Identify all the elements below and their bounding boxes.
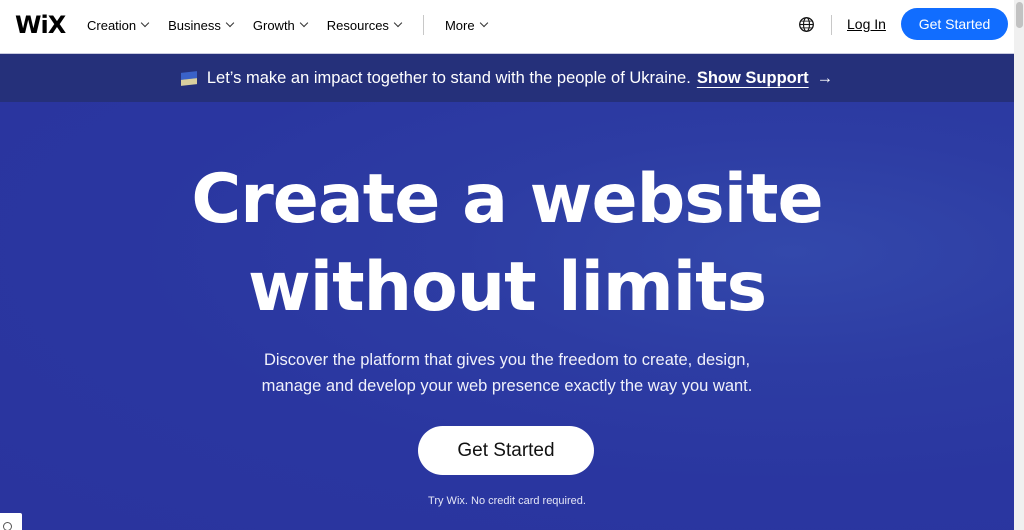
nav-item-creation[interactable]: Creation (87, 17, 150, 33)
wix-logo[interactable]: WiX (15, 11, 66, 39)
ukraine-banner: Let’s make an impact together to stand w… (0, 54, 1014, 102)
get-started-header-button[interactable]: Get Started (901, 8, 1008, 40)
nav-divider (422, 15, 424, 35)
nav-item-business[interactable]: Business (168, 17, 235, 33)
widget-icon (3, 522, 12, 530)
header-divider (831, 15, 832, 35)
chevron-down-icon (299, 18, 309, 28)
nav-item-label: Resources (326, 17, 389, 33)
hero-headline: Create a website without limits (0, 156, 1014, 332)
main-nav: Creation Business Growth Resources More (87, 0, 507, 50)
subtitle-line-1: Discover the platform that gives you the… (263, 351, 751, 369)
chevron-down-icon (479, 18, 488, 28)
scrollbar-thumb[interactable] (1016, 2, 1023, 28)
subtitle-line-2: manage and develop your web presence exa… (261, 377, 753, 395)
nav-item-growth[interactable]: Growth (252, 17, 309, 33)
get-started-hero-button[interactable]: Get Started (418, 426, 594, 475)
headline-line-1: Create a website (191, 160, 823, 239)
page-scrollbar[interactable] (1014, 0, 1024, 530)
nav-item-more[interactable]: More (444, 17, 488, 33)
arrow-right-icon[interactable]: → (817, 69, 834, 88)
nav-item-label: More (444, 17, 475, 33)
show-support-link[interactable]: Show Support (697, 69, 809, 88)
chevron-down-icon (140, 18, 150, 28)
no-credit-card-note: Try Wix. No credit card required. (428, 495, 586, 507)
nav-item-label: Business (168, 17, 221, 33)
hero-section: Create a website without limits Discover… (0, 102, 1014, 530)
chevron-down-icon (393, 18, 403, 28)
chevron-down-icon (225, 18, 235, 28)
headline-line-2: without limits (247, 248, 767, 327)
ukraine-flag-icon (180, 70, 197, 86)
login-link[interactable]: Log In (847, 16, 886, 32)
accessibility-widget[interactable] (0, 513, 22, 530)
hero-subtitle: Discover the platform that gives you the… (0, 347, 1014, 399)
banner-text: Let’s make an impact together to stand w… (206, 68, 691, 87)
globe-icon[interactable] (798, 16, 815, 33)
nav-item-label: Creation (87, 17, 137, 33)
site-header: WiX Creation Business Growth Resources M… (0, 0, 1014, 54)
nav-item-resources[interactable]: Resources (326, 17, 403, 33)
nav-item-label: Growth (252, 17, 295, 33)
